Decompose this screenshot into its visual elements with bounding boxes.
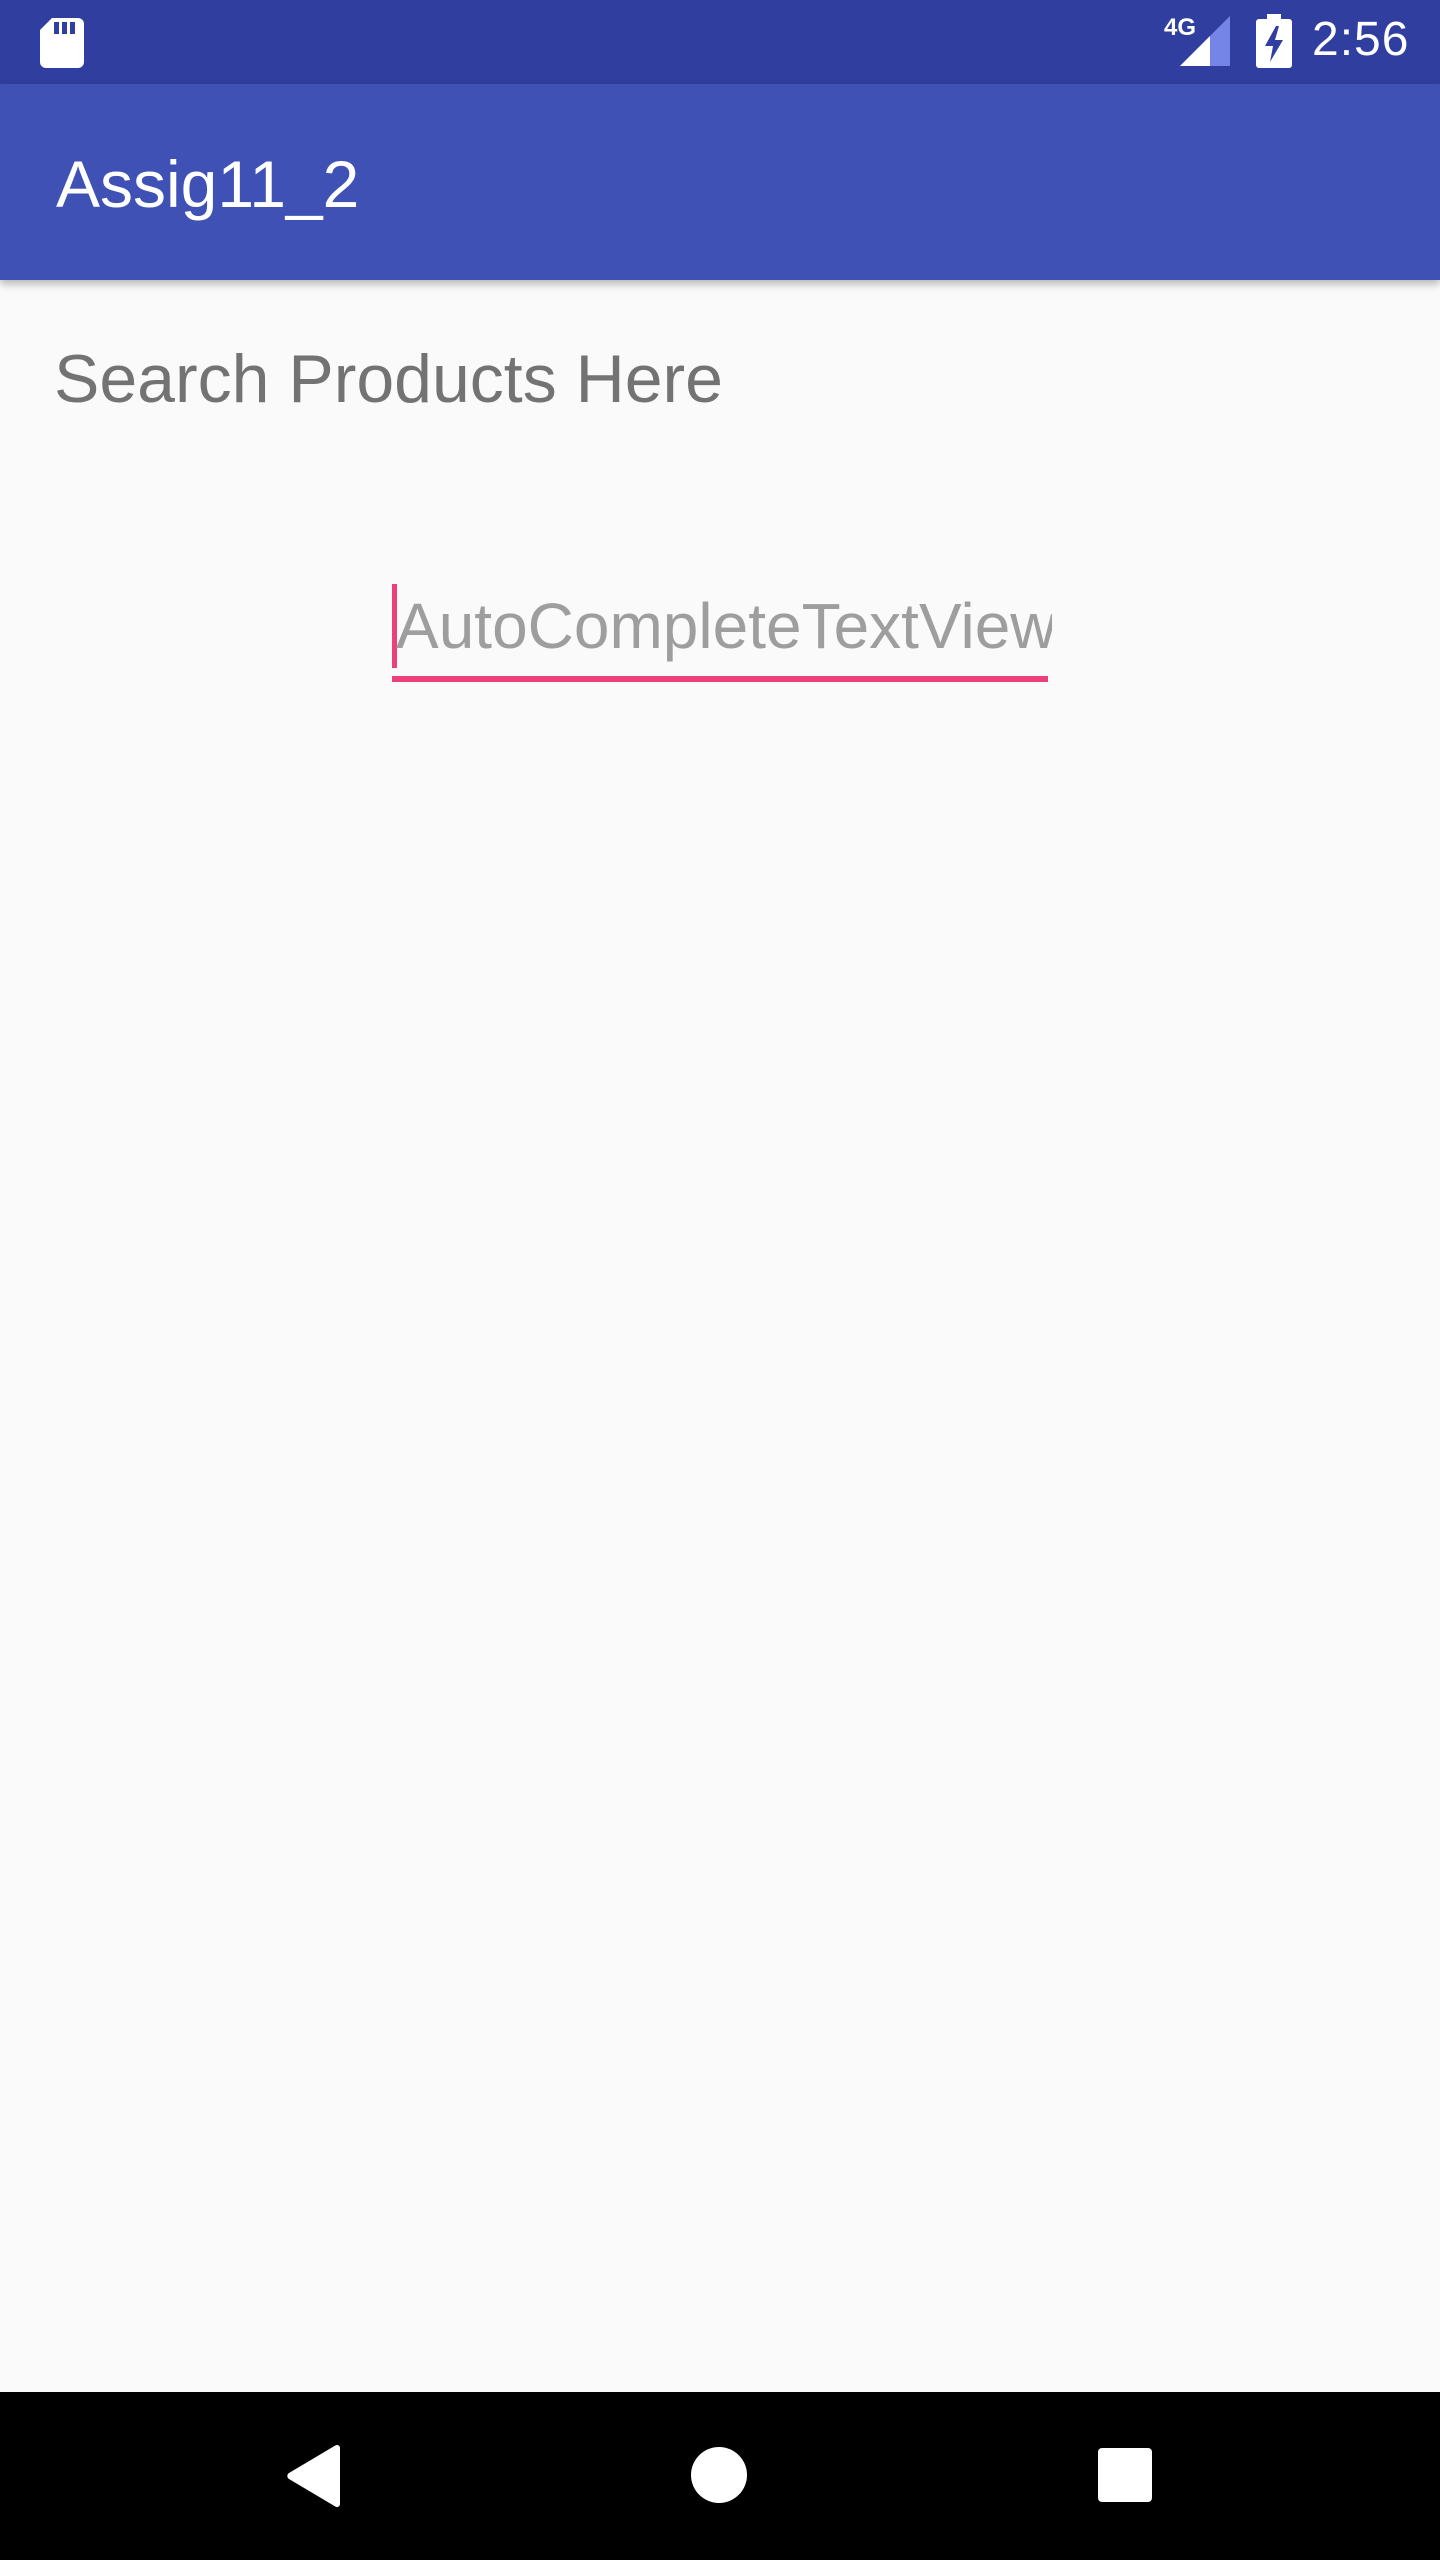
cellular-signal-icon bbox=[1180, 16, 1230, 66]
navigation-bar bbox=[0, 2392, 1440, 2560]
status-bar: 4G 2:56 bbox=[0, 0, 1440, 84]
search-heading: Search Products Here bbox=[54, 341, 723, 417]
home-icon[interactable] bbox=[690, 2446, 748, 2504]
battery-charging-icon bbox=[1256, 14, 1292, 68]
autocomplete-field[interactable] bbox=[392, 584, 1052, 684]
back-icon[interactable] bbox=[284, 2444, 344, 2508]
input-underline bbox=[392, 676, 1048, 682]
sd-card-icon bbox=[40, 18, 84, 68]
app-title: Assig11_2 bbox=[56, 147, 360, 221]
product-search-input[interactable] bbox=[392, 584, 1052, 668]
status-clock: 2:56 bbox=[1312, 13, 1410, 66]
app-bar: Assig11_2 bbox=[0, 84, 1440, 280]
recents-icon[interactable] bbox=[1098, 2448, 1152, 2502]
screen: 4G 2:56 Assig11_2 Search Products Here bbox=[0, 0, 1440, 2560]
